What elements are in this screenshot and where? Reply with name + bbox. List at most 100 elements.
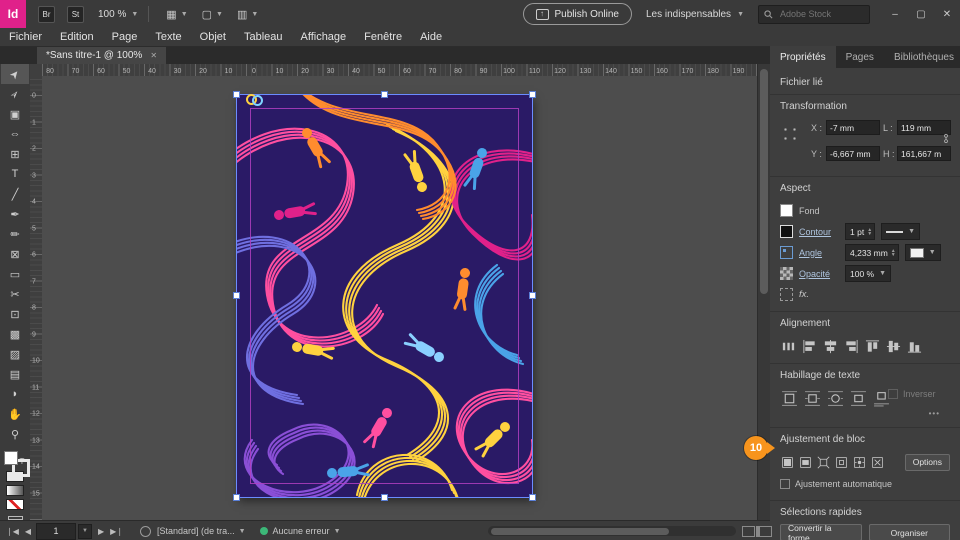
vertical-scrollbar-thumb[interactable] <box>760 69 768 294</box>
stock-icon[interactable]: St <box>67 6 84 23</box>
center-content-icon[interactable] <box>852 456 867 469</box>
tab-pages[interactable]: Pages <box>836 46 884 68</box>
workspace-dropdown[interactable]: Les indispensables ▼ <box>646 9 744 20</box>
opacity-dropdown[interactable]: 100 % ▼ <box>845 265 891 282</box>
document-page[interactable] <box>237 95 532 497</box>
chevron-down-icon[interactable]: ▼ <box>334 528 341 535</box>
selection-tool[interactable]: ➤ <box>1 64 29 84</box>
menu-aide[interactable]: Aide <box>411 28 451 46</box>
menu-fentre[interactable]: Fenêtre <box>355 28 411 46</box>
preflight-icon[interactable] <box>140 526 151 537</box>
zoom-tool[interactable]: ⚲ <box>1 424 29 444</box>
corner-radius-stepper[interactable]: 4,233 mm ▲▼ <box>845 244 899 261</box>
pen-tool[interactable]: ✒ <box>1 204 29 224</box>
fit-frame-to-content-icon[interactable] <box>816 456 831 469</box>
menu-tableau[interactable]: Tableau <box>235 28 292 46</box>
chevron-down-icon[interactable]: ▼ <box>239 528 246 535</box>
search-input[interactable] <box>778 8 858 20</box>
menu-texte[interactable]: Texte <box>146 28 190 46</box>
view-options-dropdown[interactable]: ▦▼ <box>166 8 187 21</box>
stroke-style-dropdown[interactable]: ▼ <box>881 223 920 240</box>
fill-stroke-swatches[interactable] <box>1 448 29 455</box>
constrain-proportions-icon[interactable]: ⚯ <box>939 134 952 143</box>
horizontal-scrollbar[interactable] <box>488 526 736 536</box>
apply-none-button[interactable] <box>6 499 24 510</box>
horizontal-scrollbar-thumb[interactable] <box>491 528 669 535</box>
hand-tool[interactable]: ✋ <box>1 404 29 424</box>
split-view-icon[interactable] <box>742 526 755 537</box>
document-tab[interactable]: *Sans titre-1 @ 100% ✕ <box>37 47 166 64</box>
stepper-arrows-icon[interactable]: ▲▼ <box>891 249 896 257</box>
stroke-weight-stepper[interactable]: 1 pt ▲▼ <box>845 223 875 240</box>
convert-shape-button[interactable]: Convertir la forme <box>780 524 862 540</box>
selection-handle[interactable] <box>233 494 240 501</box>
reference-point-selector[interactable] <box>780 124 801 145</box>
gradient-swatch-tool[interactable]: ▩ <box>1 324 29 344</box>
align-left-icon[interactable] <box>801 339 818 354</box>
last-page-button[interactable]: ▶❘ <box>110 527 123 536</box>
line-tool[interactable]: ╱ <box>1 184 29 204</box>
clear-fitting-icon[interactable] <box>870 456 885 469</box>
free-transform-tool[interactable]: ⊡ <box>1 304 29 324</box>
tab-close-icon[interactable]: ✕ <box>150 51 157 60</box>
opacity-link[interactable]: Opacité <box>799 269 839 279</box>
menu-page[interactable]: Page <box>103 28 147 46</box>
width-input[interactable] <box>897 120 951 135</box>
adobe-stock-search[interactable] <box>758 5 870 24</box>
close-button[interactable]: ✕ <box>934 0 960 28</box>
height-input[interactable] <box>897 146 951 161</box>
first-page-button[interactable]: ❘◀ <box>6 527 19 536</box>
distribute-columns-icon[interactable] <box>780 339 797 354</box>
wrap-jump-icon[interactable] <box>849 390 868 407</box>
stroke-link[interactable]: Contour <box>799 227 839 237</box>
selection-handle[interactable] <box>529 91 536 98</box>
eyedropper-tool[interactable]: ◗ <box>1 384 29 404</box>
wrap-none-icon[interactable] <box>780 390 799 407</box>
align-top-icon[interactable] <box>864 339 881 354</box>
apply-gradient-button[interactable] <box>6 485 24 496</box>
stroke-color-swatch[interactable] <box>780 225 793 238</box>
screen-mode-dropdown[interactable]: ▢▼ <box>202 8 223 21</box>
selection-handle[interactable] <box>233 91 240 98</box>
selection-handle[interactable] <box>233 292 240 299</box>
menu-edition[interactable]: Edition <box>51 28 103 46</box>
arrange-documents-dropdown[interactable]: ▥▼ <box>237 8 258 21</box>
fitting-options-button[interactable]: Options <box>905 454 950 471</box>
pencil-tool[interactable]: ✏ <box>1 224 29 244</box>
arrange-button[interactable]: Organiser <box>869 524 951 540</box>
bridge-icon[interactable]: Br <box>38 6 55 23</box>
page-dropdown[interactable]: ▼ <box>78 524 92 539</box>
effects-target-icon[interactable] <box>780 288 793 301</box>
rectangle-tool[interactable]: ▭ <box>1 264 29 284</box>
previous-page-button[interactable]: ◀ <box>25 527 31 536</box>
corner-shape-dropdown[interactable]: ▼ <box>905 244 941 261</box>
window-layout-icon[interactable] <box>756 526 772 537</box>
x-input[interactable] <box>826 120 880 135</box>
note-tool[interactable]: ▤ <box>1 364 29 384</box>
direct-selection-tool[interactable]: ➢ <box>1 84 29 104</box>
page-tool[interactable]: ▣ <box>1 104 29 124</box>
stepper-arrows-icon[interactable]: ▲▼ <box>867 228 872 236</box>
menu-objet[interactable]: Objet <box>191 28 235 46</box>
publish-online-button[interactable]: ↑ Publish Online <box>523 3 632 25</box>
linked-graphic-badge[interactable] <box>246 94 262 104</box>
corner-link[interactable]: Angle <box>799 248 839 258</box>
align-center-h-icon[interactable] <box>822 339 839 354</box>
fill-color-swatch[interactable] <box>780 204 793 217</box>
fit-content-prop-icon[interactable] <box>798 456 813 469</box>
fx-button[interactable]: fx. <box>799 289 809 300</box>
selection-handle[interactable] <box>529 292 536 299</box>
autofit-checkbox[interactable] <box>780 479 790 489</box>
align-center-v-icon[interactable] <box>885 339 902 354</box>
next-page-button[interactable]: ▶ <box>98 527 104 536</box>
fill-swatch[interactable] <box>4 451 18 465</box>
menu-fichier[interactable]: Fichier <box>0 28 51 46</box>
fill-frame-icon[interactable] <box>780 456 795 469</box>
preflight-status-label[interactable]: Aucune erreur <box>273 526 330 536</box>
more-options-icon[interactable]: ••• <box>929 409 940 418</box>
canvas[interactable] <box>42 76 757 520</box>
menu-affichage[interactable]: Affichage <box>292 28 356 46</box>
tab-proprits[interactable]: Propriétés <box>770 46 836 68</box>
align-bottom-icon[interactable] <box>906 339 923 354</box>
wrap-object-icon[interactable] <box>826 390 845 407</box>
